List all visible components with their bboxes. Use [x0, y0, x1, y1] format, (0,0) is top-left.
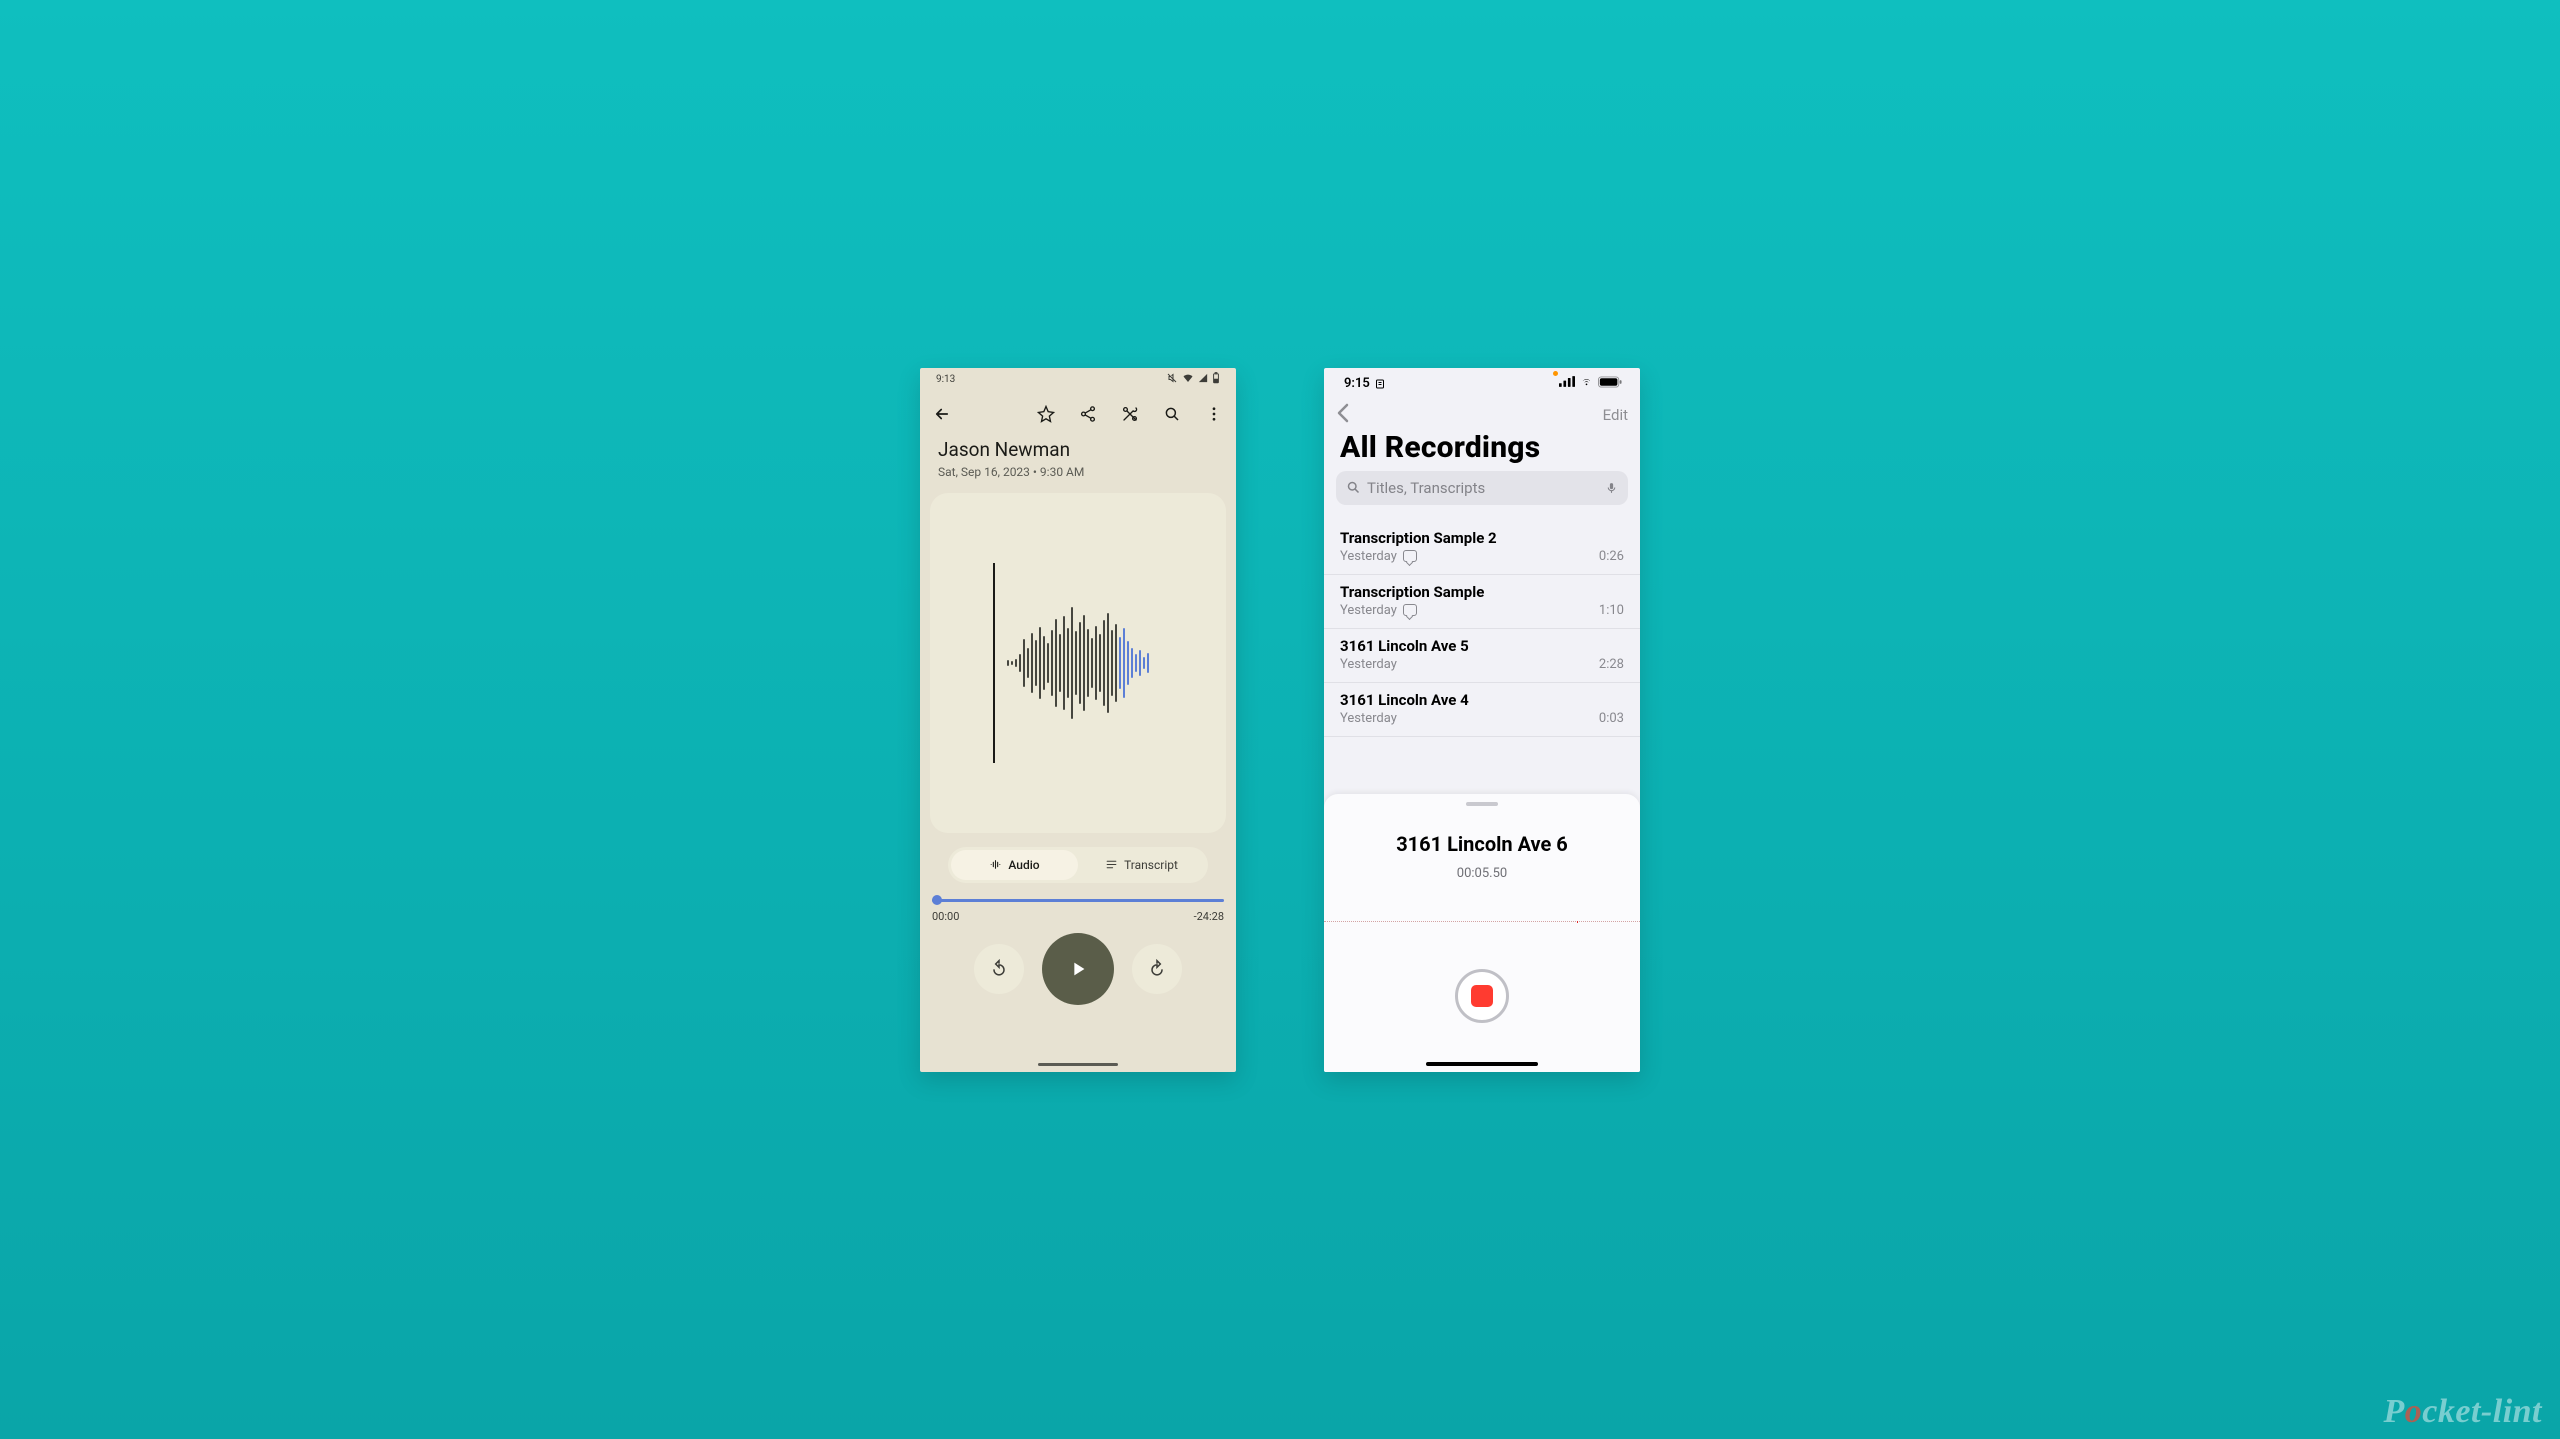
ios-status-bar: 9:15: [1324, 368, 1640, 400]
recording-row-duration: 1:10: [1599, 603, 1624, 618]
sheet-grabber[interactable]: [1466, 802, 1498, 806]
tab-audio[interactable]: Audio: [951, 850, 1078, 880]
audio-waveform: [993, 553, 1163, 773]
forward-button[interactable]: [1132, 944, 1182, 994]
active-recording-title: 3161 Lincoln Ave 6: [1396, 832, 1568, 856]
shortcut-icon: [1374, 378, 1386, 390]
page-title: All Recordings: [1324, 430, 1640, 471]
seek-thumb[interactable]: [932, 895, 942, 905]
recording-row-duration: 0:26: [1599, 549, 1624, 564]
recordings-list: Transcription Sample 2Yesterday0:26Trans…: [1324, 521, 1640, 737]
watermark: Pocket-lint: [2384, 1393, 2542, 1431]
signal-icon: [1559, 376, 1575, 391]
android-home-indicator[interactable]: [1038, 1063, 1118, 1066]
play-button[interactable]: [1042, 933, 1114, 1005]
live-playhead: [1577, 921, 1578, 923]
star-icon[interactable]: [1036, 404, 1056, 424]
recording-row-date: Yesterday: [1340, 549, 1397, 564]
mute-icon: [1166, 372, 1178, 387]
search-placeholder: Titles, Transcripts: [1367, 479, 1599, 497]
signal-icon: [1198, 373, 1208, 386]
recording-row-duration: 2:28: [1599, 657, 1624, 672]
live-waveform: [1324, 921, 1640, 923]
playback-controls: [920, 933, 1236, 1005]
recording-row-title: Transcription Sample: [1340, 583, 1624, 601]
more-icon[interactable]: [1204, 404, 1224, 424]
recording-subtitle: Sat, Sep 16, 2023 • 9:30 AM: [920, 461, 1236, 479]
search-icon[interactable]: [1162, 404, 1182, 424]
tab-transcript-label: Transcript: [1124, 858, 1178, 872]
transcript-badge-icon: [1403, 604, 1417, 616]
time-remaining: -24:28: [1194, 910, 1224, 923]
ios-nav-bar: Edit: [1324, 400, 1640, 430]
recording-row-duration: 0:03: [1599, 711, 1624, 726]
mic-indicator-dot-icon: [1553, 371, 1558, 376]
recording-row[interactable]: 3161 Lincoln Ave 5 Yesterday 2:28: [1324, 629, 1640, 683]
recording-row-title: 3161 Lincoln Ave 4: [1340, 691, 1624, 709]
back-icon[interactable]: [932, 404, 952, 424]
share-icon[interactable]: [1078, 404, 1098, 424]
time-elapsed: 00:00: [932, 910, 959, 923]
android-toolbar: [920, 392, 1236, 436]
active-recording-time: 00:05.50: [1457, 866, 1507, 881]
search-icon: [1346, 480, 1361, 495]
recording-row-date: Yesterday: [1340, 711, 1397, 726]
status-time: 9:15: [1344, 376, 1370, 391]
recording-row-date: Yesterday: [1340, 657, 1397, 672]
android-recorder-screen: 9:13: [920, 368, 1236, 1072]
tab-transcript[interactable]: Transcript: [1078, 850, 1205, 880]
back-icon[interactable]: [1336, 403, 1352, 427]
view-toggle: Audio Transcript: [948, 847, 1208, 883]
stop-record-button[interactable]: [1455, 969, 1509, 1023]
wifi-icon: [1579, 376, 1594, 391]
android-status-bar: 9:13: [920, 368, 1236, 392]
recording-row[interactable]: 3161 Lincoln Ave 4 Yesterday 0:03: [1324, 683, 1640, 737]
rewind-button[interactable]: [974, 944, 1024, 994]
crop-icon[interactable]: [1120, 404, 1140, 424]
ios-home-indicator[interactable]: [1426, 1062, 1538, 1066]
playhead-line: [993, 563, 995, 763]
edit-button[interactable]: Edit: [1603, 406, 1628, 424]
recording-row-title: 3161 Lincoln Ave 5: [1340, 637, 1624, 655]
recording-title: Jason Newman: [920, 436, 1236, 461]
recording-row[interactable]: Transcription Sample 2 Yesterday 0:26: [1324, 521, 1640, 575]
recording-row-title: Transcription Sample 2: [1340, 529, 1624, 547]
status-icons-right: [1166, 372, 1220, 387]
battery-icon: [1598, 376, 1622, 392]
recording-sheet[interactable]: 3161 Lincoln Ave 6 00:05.50: [1324, 794, 1640, 1072]
search-input[interactable]: Titles, Transcripts: [1336, 471, 1628, 505]
tab-audio-label: Audio: [1008, 858, 1039, 872]
ios-voice-memos-screen: 9:15 Edit All Recordings Titles, Transcr…: [1324, 368, 1640, 1072]
status-time: 9:13: [936, 374, 955, 385]
waveform-card[interactable]: [930, 493, 1226, 833]
recording-row[interactable]: Transcription Sample Yesterday 1:10: [1324, 575, 1640, 629]
mic-icon[interactable]: [1605, 480, 1618, 496]
recording-row-date: Yesterday: [1340, 603, 1397, 618]
battery-icon: [1212, 372, 1220, 387]
seek-bar[interactable]: 00:00 -24:28: [932, 899, 1224, 923]
stop-icon: [1471, 985, 1493, 1007]
wifi-icon: [1182, 372, 1194, 387]
transcript-badge-icon: [1403, 550, 1417, 562]
